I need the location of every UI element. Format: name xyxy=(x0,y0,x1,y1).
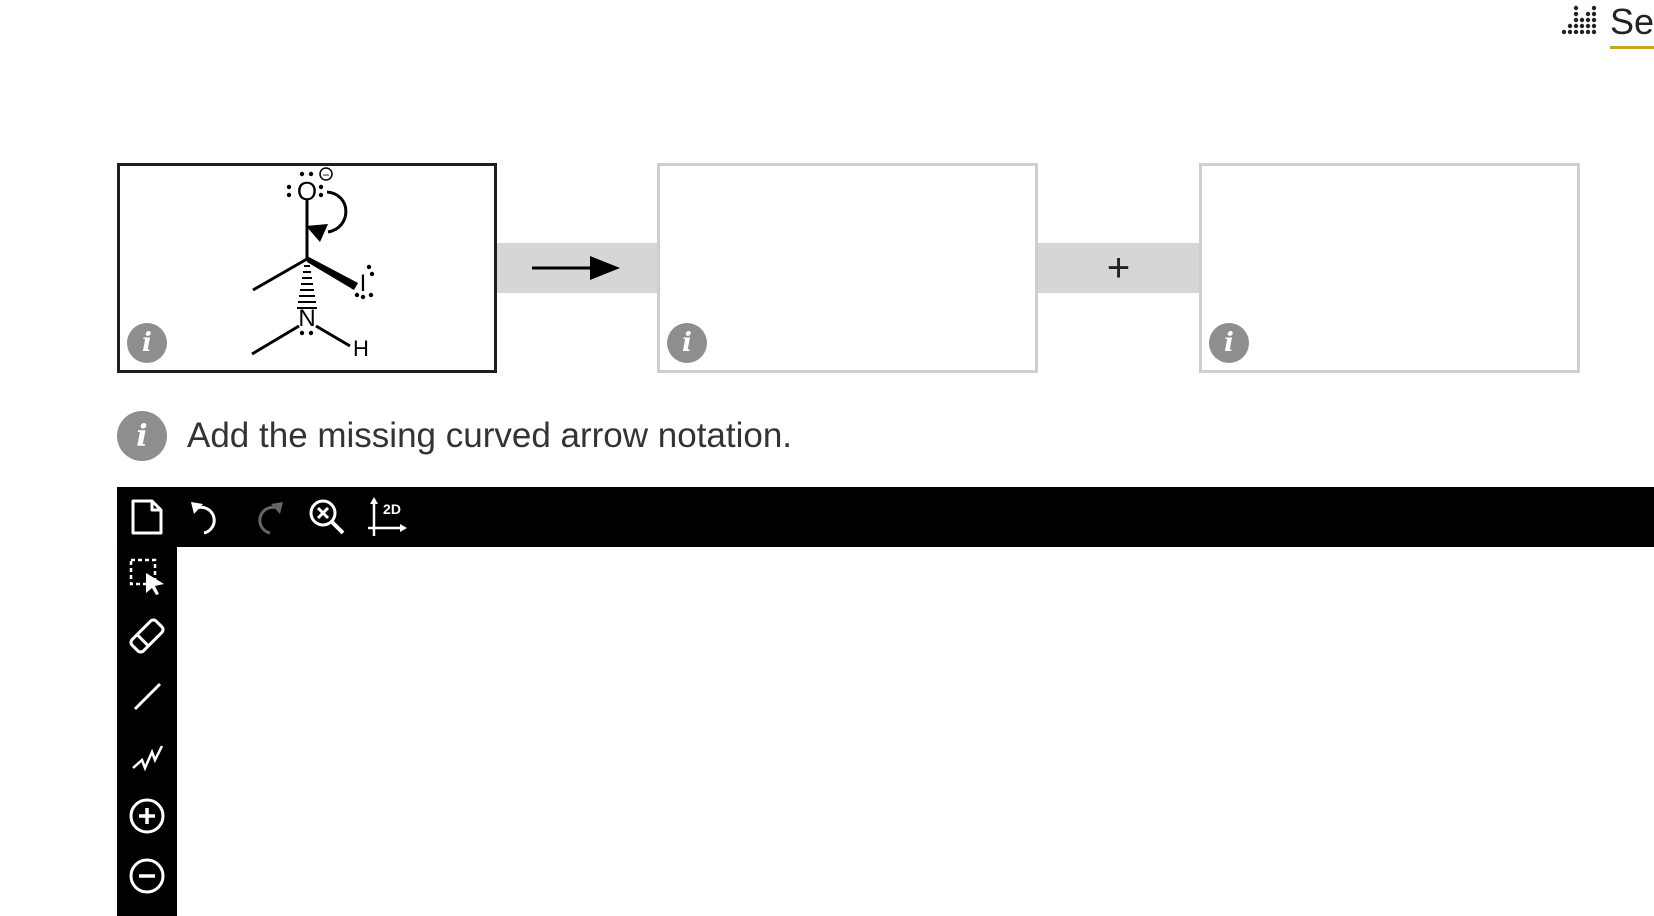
chain-tool[interactable] xyxy=(124,733,170,779)
reaction-arrow-connector xyxy=(497,243,657,293)
bond-tool[interactable] xyxy=(124,673,170,719)
select-tool[interactable] xyxy=(124,553,170,599)
atom-iodine: I xyxy=(360,270,367,297)
undo-button[interactable] xyxy=(184,494,230,540)
product-box-1[interactable]: i xyxy=(657,163,1038,373)
clean-2d-button[interactable]: 2D xyxy=(364,494,410,540)
redo-icon xyxy=(258,502,283,535)
eraser-tool[interactable] xyxy=(124,613,170,659)
chain-icon xyxy=(132,745,164,772)
editor-sidebar xyxy=(117,547,177,916)
atom-nitrogen: N xyxy=(298,305,315,332)
instruction-text: Add the missing curved arrow notation. xyxy=(187,416,793,455)
instruction: i Add the missing curved arrow notation. xyxy=(117,410,792,462)
see-link[interactable]: See xyxy=(1560,2,1654,52)
reactant-info-icon[interactable]: i xyxy=(127,323,167,363)
reaction-arrow-icon xyxy=(532,256,620,280)
see-link-label: See xyxy=(1610,2,1654,49)
zoom-reset-icon xyxy=(309,499,345,535)
atom-hydrogen: H xyxy=(353,336,369,361)
zoom-reset-button[interactable] xyxy=(304,494,350,540)
editor-toolbar: 2D xyxy=(117,487,1654,547)
drawing-canvas[interactable] xyxy=(177,547,1654,916)
product-box-2[interactable]: i xyxy=(1199,163,1580,373)
product-1-info-icon[interactable]: i xyxy=(667,323,707,363)
instruction-info-icon[interactable]: i xyxy=(117,411,167,461)
undo-icon xyxy=(191,502,216,535)
atom-oxygen: O xyxy=(297,176,317,206)
reactant-box[interactable]: O I N H − i xyxy=(117,163,497,373)
bond-icon xyxy=(133,682,162,711)
minus-charge-tool[interactable] xyxy=(124,853,170,899)
new-document-icon xyxy=(131,499,163,535)
clean-2d-icon: 2D xyxy=(368,497,407,536)
select-icon xyxy=(129,558,164,595)
plus-sign: + xyxy=(1106,246,1131,290)
page: See O I xyxy=(0,0,1654,916)
negative-charge-sign: − xyxy=(322,168,329,182)
clean-2d-label: 2D xyxy=(383,501,401,517)
plus-charge-tool[interactable] xyxy=(124,793,170,839)
product-2-info-icon[interactable]: i xyxy=(1209,323,1249,363)
dotted-bars-icon xyxy=(1561,5,1597,35)
reactant-structure: O I N H − xyxy=(251,167,375,361)
minus-charge-icon xyxy=(129,858,165,894)
redo-button[interactable] xyxy=(244,494,290,540)
plus-connector: + xyxy=(1038,243,1199,293)
eraser-icon xyxy=(129,618,165,654)
plus-charge-icon xyxy=(129,798,165,834)
new-document-button[interactable] xyxy=(124,494,170,540)
